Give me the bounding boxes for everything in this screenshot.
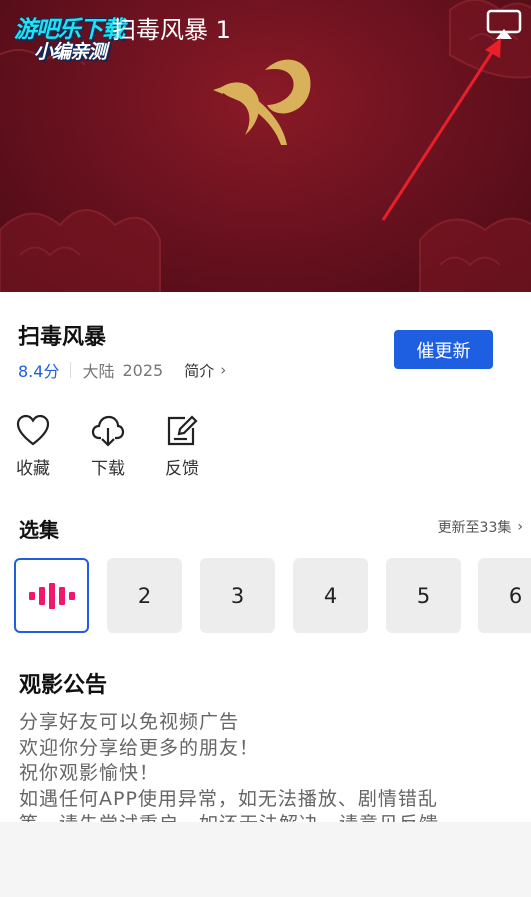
intro-link[interactable]: 简介 › (184, 360, 226, 381)
notice-title: 观影公告 (19, 673, 108, 698)
episode-item-4[interactable]: 4 (293, 558, 368, 633)
airplay-icon (486, 9, 522, 39)
phoenix-emblem (213, 59, 311, 145)
feedback-label: 反馈 (165, 459, 199, 479)
download-button[interactable]: 下载 (78, 414, 138, 479)
notice-line: 祝你观影愉快！ (19, 762, 160, 784)
download-label: 下载 (91, 459, 125, 479)
urge-update-button[interactable]: 催更新 (394, 330, 493, 369)
edit-icon (167, 415, 198, 446)
intro-label: 简介 (184, 361, 215, 380)
chevron-right-icon: › (517, 519, 523, 535)
favorite-label: 收藏 (16, 459, 50, 479)
episodes-title: 选集 (19, 518, 59, 542)
detail-panel: 扫毒风暴 8.4分 大陆 2025 简介 › 催更新 收藏 下载 反馈 选集 更… (0, 292, 531, 835)
show-meta: 8.4分 大陆 2025 简介 › (18, 359, 226, 382)
bottom-bar (0, 822, 531, 897)
feedback-button[interactable]: 反馈 (152, 414, 212, 479)
action-bar: 收藏 下载 反馈 (0, 414, 531, 484)
show-title: 扫毒风暴 (18, 325, 107, 350)
notice-body: 分享好友可以免视频广告 欢迎你分享给更多的朋友！ 祝你观影愉快！ 如遇任何APP… (19, 710, 514, 838)
now-playing-icon (28, 582, 75, 609)
episodes-more-link[interactable]: 更新至33集 › (438, 517, 523, 537)
notice-line: 分享好友可以免视频广告 (19, 711, 240, 733)
video-title: 扫毒风暴 1 (112, 16, 231, 44)
episode-list: 2 3 4 5 6 (0, 558, 531, 634)
airplay-button[interactable] (486, 8, 522, 40)
notice-line: 欢迎你分享给更多的朋友！ (19, 736, 260, 759)
heart-icon (16, 414, 50, 446)
cloud-download-icon (91, 415, 125, 447)
meta-divider (70, 362, 72, 378)
notice-line: 如遇任何APP使用异常，如无法播放、剧情错乱 (19, 787, 438, 810)
episode-item-3[interactable]: 3 (200, 558, 275, 633)
year: 2025 (122, 360, 164, 380)
video-player[interactable]: 游吧乐下载 小编亲测 扫毒风暴 1 (0, 0, 531, 292)
episode-item-2[interactable]: 2 (107, 558, 182, 633)
episode-item-6[interactable]: 6 (478, 558, 531, 633)
score: 8.4分 (18, 362, 60, 381)
episodes-header: 选集 更新至33集 › (0, 514, 531, 542)
region: 大陆 (82, 362, 115, 381)
episode-item-1[interactable] (14, 558, 89, 633)
episode-item-5[interactable]: 5 (386, 558, 461, 633)
chevron-right-icon: › (220, 361, 227, 379)
episodes-more-label: 更新至33集 (437, 520, 512, 536)
favorite-button[interactable]: 收藏 (3, 414, 63, 479)
watermark-line2: 小编亲测 (34, 41, 107, 63)
